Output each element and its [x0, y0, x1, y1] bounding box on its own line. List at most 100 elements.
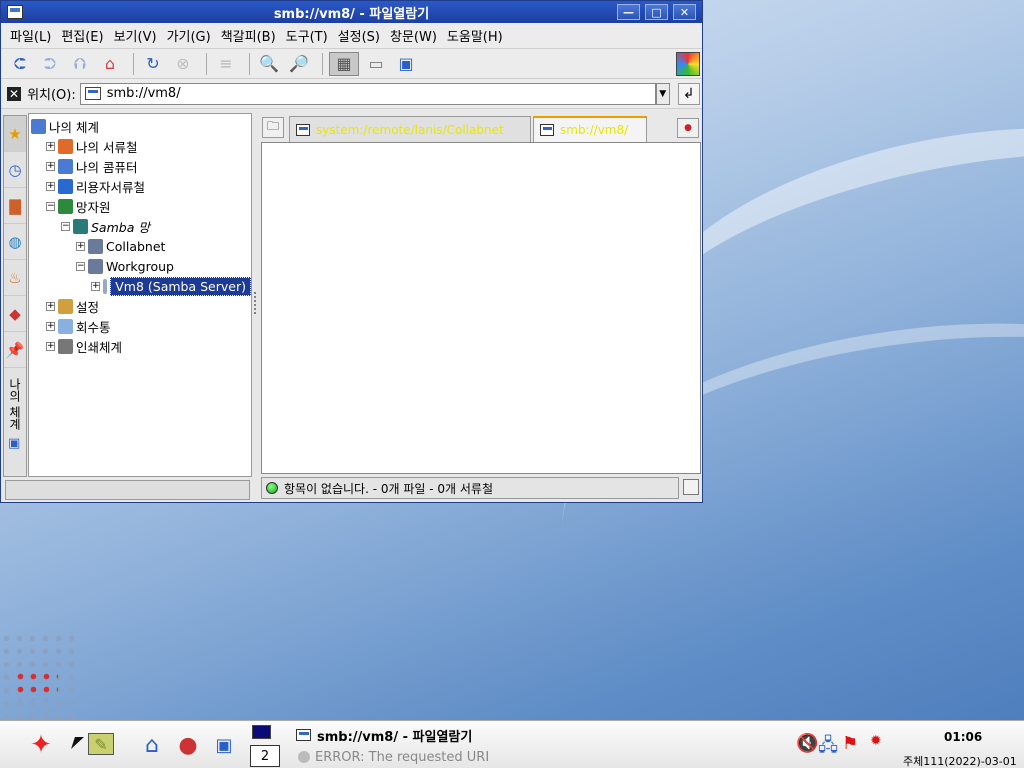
reload-icon[interactable]: ↻ — [140, 52, 166, 76]
tree-item[interactable]: + 리용자서류철 — [29, 176, 251, 196]
tree-expander-icon[interactable]: − — [46, 201, 55, 211]
menu-help[interactable]: 도움말(H) — [442, 26, 508, 45]
zoom-out-icon[interactable]: 🔎 — [286, 52, 312, 76]
tree-item-label: 나의 서류철 — [76, 139, 138, 155]
new-tab-icon[interactable]: 🗀 — [262, 117, 284, 138]
tree-expander-icon[interactable]: + — [46, 301, 55, 311]
services-tab-icon[interactable]: ♨ — [4, 260, 26, 296]
tree-item[interactable]: − Samba 망 — [29, 216, 251, 236]
clear-location-icon[interactable]: ✕ — [7, 86, 22, 101]
pane-splitter[interactable] — [253, 291, 258, 315]
go-button[interactable]: ↲ — [677, 82, 700, 105]
tree-item[interactable]: + 인쇄체계 — [29, 336, 251, 356]
toolbar: ⮈ ⮊ ⮉ ⌂ ↻ ⊗ ≡ 🔍 🔎 ▦ ▭ ▣ — [1, 49, 702, 79]
file-view-area[interactable] — [261, 142, 701, 474]
preview-view-icon[interactable]: ▣ — [393, 52, 419, 76]
tree-expander-icon[interactable]: + — [91, 281, 100, 291]
forward-icon[interactable]: ⮊ — [37, 52, 63, 76]
minimize-button[interactable]: — — [617, 4, 640, 20]
home-folder-tab-icon[interactable]: ▇ — [4, 188, 26, 224]
up-icon[interactable]: ⮉ — [67, 52, 93, 76]
start-menu-button[interactable]: ✦ — [12, 730, 70, 760]
home-launcher-icon[interactable]: ⌂ — [138, 731, 166, 759]
tree-item[interactable]: − 망자원 — [29, 196, 251, 216]
volume-muted-icon[interactable]: 🔇 — [796, 733, 818, 754]
network-tray-icon[interactable]: 🖧 — [818, 733, 838, 763]
tree-expander-icon[interactable]: − — [61, 221, 70, 231]
tree-item[interactable]: + Vm8 (Samba Server) — [29, 276, 251, 296]
menu-bookmarks[interactable]: 책갈피(B) — [216, 26, 281, 45]
location-bar: ✕ 위치(O): smb://vm8/ ▼ ↲ — [1, 79, 702, 109]
desktop-icon[interactable]: ✎ — [88, 733, 114, 755]
menu-settings[interactable]: 설정(S) — [333, 26, 385, 45]
taskbar-window-button[interactable]: smb://vm8/ - 파일열람기 — [296, 725, 472, 745]
paste-icon[interactable]: ≡ — [213, 52, 239, 76]
pager-desktop-1[interactable] — [252, 725, 271, 739]
tree-item[interactable]: + Collabnet — [29, 236, 251, 256]
menu-edit[interactable]: 편집(E) — [56, 26, 108, 45]
task-title: smb://vm8/ - 파일열람기 — [317, 729, 473, 745]
location-input[interactable]: smb://vm8/ — [79, 82, 656, 105]
task-status-icon — [298, 751, 310, 763]
system-launcher-icon[interactable]: ▣ — [210, 731, 238, 759]
title-bar[interactable]: smb://vm8/ - 파일열람기 — □ ✕ — [1, 1, 702, 23]
left-status-bar — [5, 480, 250, 500]
clock-time[interactable]: 01:06 — [944, 730, 982, 744]
tree-item[interactable]: 나의 체계 — [29, 116, 251, 136]
maximize-button[interactable]: □ — [645, 4, 668, 20]
flag-tray-icon[interactable]: ⚑ — [842, 733, 858, 754]
location-value: smb://vm8/ — [106, 86, 181, 101]
pin-tab-icon[interactable]: 📌 — [4, 332, 26, 368]
tree-item[interactable]: + 회수통 — [29, 316, 251, 336]
menu-window[interactable]: 창문(W) — [385, 26, 442, 45]
menu-view[interactable]: 보기(V) — [109, 26, 162, 45]
content-pane: 🗀 system:/remote/lanis/Collabnet smb://v… — [259, 113, 703, 501]
back-icon[interactable]: ⮈ — [7, 52, 33, 76]
detail-view-icon[interactable]: ▭ — [363, 52, 389, 76]
tree-expander-icon[interactable]: + — [46, 161, 55, 171]
tree-expander-icon[interactable]: − — [76, 261, 85, 271]
tree-expander-icon[interactable]: + — [46, 181, 55, 191]
tree-expander-icon[interactable]: + — [76, 241, 85, 251]
tree-item[interactable]: + 나의 서류철 — [29, 136, 251, 156]
tree-item[interactable]: + 나의 콤퓨터 — [29, 156, 251, 176]
tree-item-label: 리용자서류철 — [76, 179, 146, 195]
taskbar-error-item[interactable]: ERROR: The requested URL — [298, 747, 488, 767]
tab-bar: 🗀 system:/remote/lanis/Collabnet smb://v… — [259, 113, 703, 142]
status-checkbox[interactable] — [683, 479, 699, 495]
close-tab-icon[interactable]: ● — [677, 118, 699, 138]
tree-expander-icon[interactable]: + — [46, 321, 55, 331]
history-tab-icon[interactable]: ◷ — [4, 152, 26, 188]
tree-item[interactable]: + 설정 — [29, 296, 251, 316]
side-panel-label[interactable]: 나의 체계 — [7, 374, 23, 434]
emblem-tray-icon[interactable]: ✹ — [870, 733, 882, 749]
home-icon[interactable]: ⌂ — [97, 52, 123, 76]
location-dropdown-button[interactable]: ▼ — [655, 82, 670, 105]
network-tab-icon[interactable]: ◍ — [4, 224, 26, 260]
close-button[interactable]: ✕ — [673, 4, 696, 20]
menu-go[interactable]: 가기(G) — [162, 26, 216, 45]
tags-tab-icon[interactable]: ◆ — [4, 296, 26, 332]
bookmarks-tab-icon[interactable]: ★ — [4, 116, 26, 152]
menu-tools[interactable]: 도구(T) — [281, 26, 333, 45]
icon-view-icon[interactable]: ▦ — [329, 51, 359, 76]
pager-desktop-2[interactable]: 2 — [250, 745, 280, 767]
tree-item-icon — [103, 278, 108, 294]
tree-expander-icon[interactable]: + — [46, 141, 55, 151]
tree-item-label: Collabnet — [106, 238, 166, 254]
tree-item-icon — [58, 178, 73, 194]
my-system-tab-icon[interactable]: ▣ — [8, 436, 20, 451]
tree-item-label: 나의 콤퓨터 — [76, 159, 138, 175]
tree-item-icon — [58, 318, 73, 334]
tree-expander-icon[interactable]: + — [46, 341, 55, 351]
tab-collabnet[interactable]: system:/remote/lanis/Collabnet — [289, 116, 531, 142]
menu-file[interactable]: 파일(L) — [5, 26, 56, 45]
browser-launcher-icon[interactable]: ● — [174, 731, 202, 759]
zoom-in-icon[interactable]: 🔍 — [256, 52, 282, 76]
tab-vm8[interactable]: smb://vm8/ — [533, 116, 647, 142]
wallpaper-red-dots — [14, 670, 58, 700]
tree-item[interactable]: − Workgroup — [29, 256, 251, 276]
menu-bar: 파일(L) 편집(E) 보기(V) 가기(G) 책갈피(B) 도구(T) 설정(… — [1, 23, 702, 49]
tree-item-label: Workgroup — [106, 258, 174, 274]
stop-icon[interactable]: ⊗ — [170, 52, 196, 76]
